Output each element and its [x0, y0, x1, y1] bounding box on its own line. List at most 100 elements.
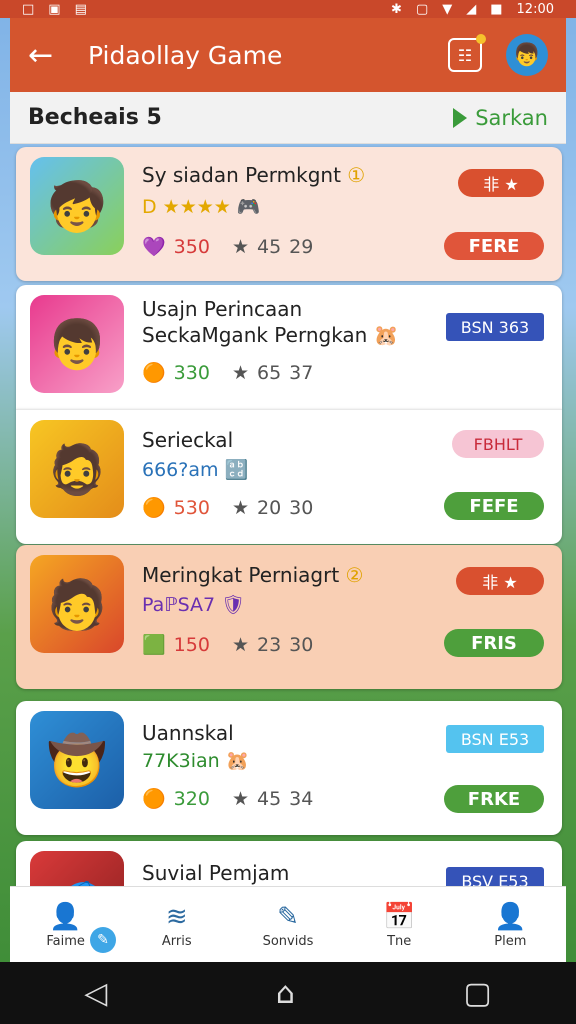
game-stats: 🟩 150 ★ 23 30 [142, 633, 314, 657]
game-title-text: SeckaMgank Perngkan [142, 323, 368, 347]
vibrate-icon: ▢ [415, 1, 429, 17]
coin-icon: 🟠 [142, 788, 166, 810]
back-arrow-icon[interactable]: ← [28, 38, 68, 73]
game-title-text: Sy siadan Permkgnt [142, 163, 341, 187]
nav-item-plem[interactable]: 👤 Plem [465, 902, 555, 949]
subtitle-text: PaℙSA7 [142, 594, 216, 616]
bluetooth-icon: ✱ [391, 1, 402, 17]
list-item[interactable]: 🧒 Sy siadan Permkgnt ① D ★★★★ 🎮 💜 350 ★ … [16, 147, 562, 281]
stat-value: 45 [256, 235, 282, 258]
system-navigation: ◁ ⌂ ▢ [0, 962, 576, 1024]
list-item[interactable]: 👦 Usajn Perincaan SeckaMgank Perngkan 🐹 … [16, 285, 562, 409]
list-item[interactable]: 🧔 Serieckal 666?am 🔡 🟠 530 ★ 20 30 FBHLT… [16, 409, 562, 544]
nav-label: Faime [46, 933, 85, 949]
globe-icon: ≋ [165, 901, 188, 932]
game-icon: 🎮 [236, 196, 261, 218]
hamster-icon: 🐹 [225, 750, 250, 772]
status-time: 12:00 [516, 1, 554, 17]
bottom-navigation: 👤 Faime ≋ Arris ✎ Sonvids 📅 Tne 👤 Plem [10, 886, 566, 963]
rank-badge: 非 ★ [458, 169, 544, 197]
stat-score: 320 [173, 787, 210, 810]
free-button[interactable]: FERE [444, 232, 544, 260]
play-icon [453, 107, 468, 128]
stat-value: 23 [256, 633, 282, 656]
status-bar: □ ▣ ▤ ✱ ▢ ▼ ◢ ■ 12:00 [0, 0, 576, 18]
game-thumbnail: 🧔 [30, 420, 124, 518]
nav-label: Sonvids [262, 933, 314, 949]
nav-item-tne[interactable]: 📅 Tne [354, 902, 444, 949]
home-icon[interactable]: ⌂ [276, 976, 295, 1011]
subtitle-text: 666?am [142, 459, 219, 481]
app-bar: ← Pidaollay Game ☷ 👦 [10, 18, 566, 92]
rank-icon: ① [347, 163, 366, 187]
page-title: Pidaollay Game [88, 40, 283, 70]
calculator-icon[interactable]: ☷ [448, 34, 486, 72]
status-badge: BSN 363 [446, 313, 544, 341]
list-item[interactable]: 🧢 Suvial Pemjam BSV E53 [16, 841, 562, 886]
game-stats: 💜 350 ★ 45 29 [142, 235, 314, 259]
back-icon[interactable]: ◁ [84, 976, 107, 1011]
game-thumbnail: 🧑 [30, 555, 124, 653]
coin-icon: 🟠 [142, 362, 166, 384]
stat-value: 29 [289, 235, 314, 258]
compass-icon[interactable]: ✎ [90, 927, 116, 953]
rating-text: D ★★★★ [142, 196, 231, 218]
heart-icon: 💜 [142, 236, 166, 258]
free-button[interactable]: FEFE [444, 492, 544, 520]
game-title-text: Meringkat Perniagrt [142, 563, 340, 587]
nav-label: Plem [494, 933, 527, 949]
nav-item-arris[interactable]: ≋ Arris [132, 902, 222, 949]
sort-label: Sarkan [475, 105, 548, 130]
notification-icon: ▣ [48, 1, 61, 17]
stat-score: 350 [173, 235, 210, 258]
wifi-icon: ▼ [442, 1, 453, 17]
game-title-line2: SeckaMgank Perngkan 🐹 [142, 323, 399, 347]
stat-value: 45 [256, 787, 282, 810]
stat-value: 30 [289, 633, 314, 656]
star-icon: ★ [231, 235, 249, 258]
nav-item-sonvids[interactable]: ✎ Sonvids [243, 902, 333, 949]
stat-score: 330 [173, 361, 210, 384]
game-stats: 🟠 530 ★ 20 30 [142, 496, 314, 520]
game-title: Meringkat Perniagrt ② [142, 563, 363, 587]
section-title: Becheais 5 [28, 105, 162, 130]
leaf-icon: ✎ [277, 901, 299, 932]
star-icon: ★ [231, 496, 249, 519]
game-title: Sy siadan Permkgnt ① [142, 163, 365, 187]
stat-value: 20 [256, 496, 282, 519]
stat-value: 34 [289, 787, 314, 810]
game-title: Usajn Perincaan [142, 297, 303, 321]
battery-icon: ■ [490, 1, 503, 17]
game-title: Serieckal [142, 428, 234, 452]
notification-dot [476, 34, 486, 44]
free-button[interactable]: FRIS [444, 629, 544, 657]
profile-icon: 👤 [494, 901, 527, 932]
list-item[interactable]: 🧑 Meringkat Perniagrt ② PaℙSA7 🛡 🟩 150 ★… [16, 545, 562, 689]
stat-value: 30 [289, 496, 314, 519]
stat-value: 37 [289, 361, 314, 384]
game-thumbnail: 🤠 [30, 711, 124, 809]
list-item[interactable]: 🤠 Uannskal 77K3ian 🐹 🟠 320 ★ 45 34 BSN E… [16, 701, 562, 835]
coin-icon: 🟠 [142, 497, 166, 519]
stat-score: 530 [173, 496, 210, 519]
game-list: 🧒 Sy siadan Permkgnt ① D ★★★★ 🎮 💜 350 ★ … [10, 145, 566, 886]
game-title: Uannskal [142, 721, 234, 745]
stat-score: 150 [173, 633, 210, 656]
hamster-icon: 🐹 [373, 323, 399, 347]
game-stats: 🟠 330 ★ 65 37 [142, 361, 314, 385]
subtitle-text: 77K3ian [142, 750, 220, 772]
status-badge: BSV E53 [446, 867, 544, 886]
rank-badge: 非 ★ [456, 567, 544, 595]
rank-icon: ② [345, 563, 364, 587]
nav-label: Tne [387, 933, 412, 949]
game-title: Suvial Pemjam [142, 861, 290, 885]
calendar-icon: 📅 [382, 901, 416, 932]
recent-apps-icon[interactable]: ▢ [463, 976, 491, 1011]
game-thumbnail: 🧢 [30, 851, 124, 886]
game-thumbnail: 👦 [30, 295, 124, 393]
game-thumbnail: 🧒 [30, 157, 124, 255]
game-subtitle: PaℙSA7 🛡 [142, 593, 245, 616]
avatar[interactable]: 👦 [506, 34, 548, 76]
sort-button[interactable]: Sarkan [453, 106, 548, 130]
free-button[interactable]: FRKE [444, 785, 544, 813]
